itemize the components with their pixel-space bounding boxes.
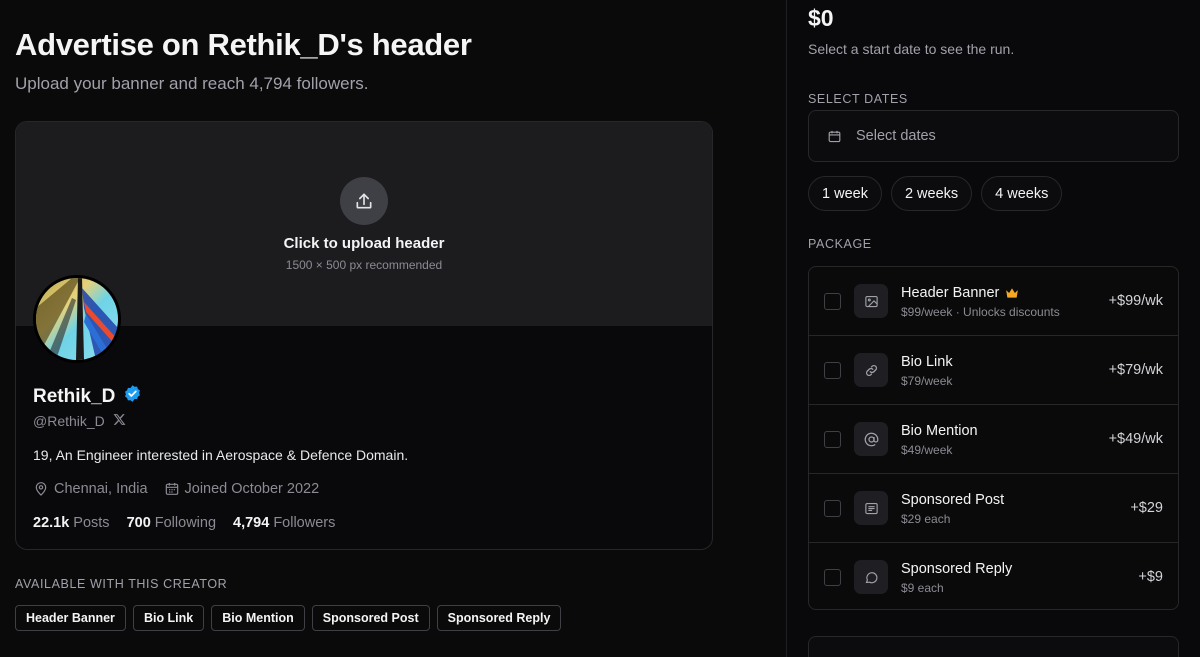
package-row-header-banner[interactable]: Header Banner $99/week · Unlocks discoun… bbox=[809, 267, 1178, 336]
followers-stat: 4,794 Followers bbox=[233, 515, 336, 531]
package-sub: $99/week · Unlocks discounts bbox=[901, 305, 1060, 319]
package-price: +$79/wk bbox=[1108, 362, 1163, 378]
reply-icon bbox=[854, 560, 888, 594]
package-row-sponsored-reply[interactable]: Sponsored Reply $9 each +$9 bbox=[809, 543, 1178, 609]
duration-options: 1 week 2 weeks 4 weeks bbox=[808, 176, 1063, 211]
available-label: AVAILABLE WITH THIS CREATOR bbox=[15, 577, 228, 591]
header-upload-dropzone[interactable]: Click to upload header 1500 × 500 px rec… bbox=[16, 122, 712, 326]
verified-badge-icon bbox=[123, 384, 142, 409]
x-logo-icon[interactable] bbox=[113, 413, 126, 429]
package-checkbox[interactable] bbox=[824, 500, 841, 517]
crown-icon bbox=[1006, 288, 1019, 298]
package-list: Header Banner $99/week · Unlocks discoun… bbox=[808, 266, 1179, 610]
package-sub: $49/week bbox=[901, 443, 953, 457]
duration-4-weeks-button[interactable]: 4 weeks bbox=[981, 176, 1063, 211]
following-stat: 700 Following bbox=[126, 515, 217, 531]
package-name: Bio Link bbox=[901, 354, 953, 370]
package-name: Sponsored Reply bbox=[901, 561, 1013, 577]
joined-text: Joined October 2022 bbox=[184, 481, 320, 497]
upload-icon bbox=[340, 177, 388, 225]
chip-bio-link: Bio Link bbox=[132, 605, 205, 631]
avatar bbox=[33, 275, 121, 363]
price-hint: Select a start date to see the run. bbox=[808, 41, 1015, 57]
chip-header-banner: Header Banner bbox=[15, 605, 126, 631]
order-panel: $0 Select a start date to see the run. S… bbox=[787, 0, 1200, 657]
package-price: +$9 bbox=[1138, 569, 1163, 585]
duration-2-weeks-button[interactable]: 2 weeks bbox=[890, 176, 973, 211]
page-subtitle: Upload your banner and reach 4,794 follo… bbox=[15, 74, 369, 93]
package-row-bio-link[interactable]: Bio Link $79/week +$79/wk bbox=[809, 336, 1178, 405]
location-pin-icon bbox=[35, 482, 47, 496]
profile-handle: @Rethik_D bbox=[33, 413, 126, 429]
upload-hint: 1500 × 500 px recommended bbox=[285, 258, 443, 272]
chip-sponsored-reply: Sponsored Reply bbox=[436, 605, 562, 631]
chip-sponsored-post: Sponsored Post bbox=[311, 605, 430, 631]
duration-1-week-button[interactable]: 1 week bbox=[808, 176, 882, 211]
package-checkbox[interactable] bbox=[824, 431, 841, 448]
package-label: PACKAGE bbox=[808, 237, 872, 251]
chip-bio-mention: Bio Mention bbox=[211, 605, 305, 631]
posts-stat: 22.1k Posts bbox=[33, 515, 110, 531]
link-icon bbox=[854, 353, 888, 387]
package-checkbox[interactable] bbox=[824, 362, 841, 379]
joined-item: Joined October 2022 bbox=[164, 481, 320, 497]
order-summary-card bbox=[808, 636, 1179, 657]
select-dates-label: SELECT DATES bbox=[808, 92, 908, 106]
package-checkbox[interactable] bbox=[824, 293, 841, 310]
date-picker-placeholder: Select dates bbox=[856, 128, 936, 144]
left-panel: Advertise on Rethik_D's header Upload yo… bbox=[0, 0, 786, 657]
available-chips: Header Banner Bio Link Bio Mention Spons… bbox=[15, 605, 562, 631]
package-row-bio-mention[interactable]: Bio Mention $49/week +$49/wk bbox=[809, 405, 1178, 474]
calendar-icon bbox=[165, 483, 178, 495]
profile-bio: 19, An Engineer interested in Aerospace … bbox=[33, 447, 409, 463]
location-item: Chennai, India bbox=[33, 481, 148, 497]
date-picker-button[interactable]: Select dates bbox=[808, 110, 1179, 162]
profile-name-text: Rethik_D bbox=[33, 385, 116, 407]
package-price: +$29 bbox=[1130, 500, 1163, 516]
package-sub: $79/week bbox=[901, 374, 953, 388]
profile-name: Rethik_D bbox=[33, 384, 142, 409]
post-icon bbox=[854, 491, 888, 525]
calendar-icon bbox=[828, 130, 841, 142]
profile-preview-card: Click to upload header 1500 × 500 px rec… bbox=[15, 121, 713, 550]
package-sub: $9 each bbox=[901, 581, 944, 595]
package-price: +$49/wk bbox=[1108, 431, 1163, 447]
location-text: Chennai, India bbox=[54, 481, 148, 497]
package-row-sponsored-post[interactable]: Sponsored Post $29 each +$29 bbox=[809, 474, 1178, 543]
at-sign-icon bbox=[854, 422, 888, 456]
package-name: Sponsored Post bbox=[901, 492, 1005, 508]
package-name: Bio Mention bbox=[901, 423, 978, 439]
profile-stats: 22.1k Posts 700 Following 4,794 Followers bbox=[33, 515, 335, 531]
package-price: +$99/wk bbox=[1108, 293, 1163, 309]
upload-title: Click to upload header bbox=[283, 235, 445, 252]
package-sub: $29 each bbox=[901, 512, 951, 526]
profile-meta: Chennai, India Joined October 2022 bbox=[33, 481, 319, 497]
package-checkbox[interactable] bbox=[824, 569, 841, 586]
page-title: Advertise on Rethik_D's header bbox=[15, 27, 472, 62]
profile-handle-text: @Rethik_D bbox=[33, 413, 105, 429]
price-total: $0 bbox=[808, 5, 834, 31]
package-name: Header Banner bbox=[901, 285, 1019, 301]
image-icon bbox=[854, 284, 888, 318]
